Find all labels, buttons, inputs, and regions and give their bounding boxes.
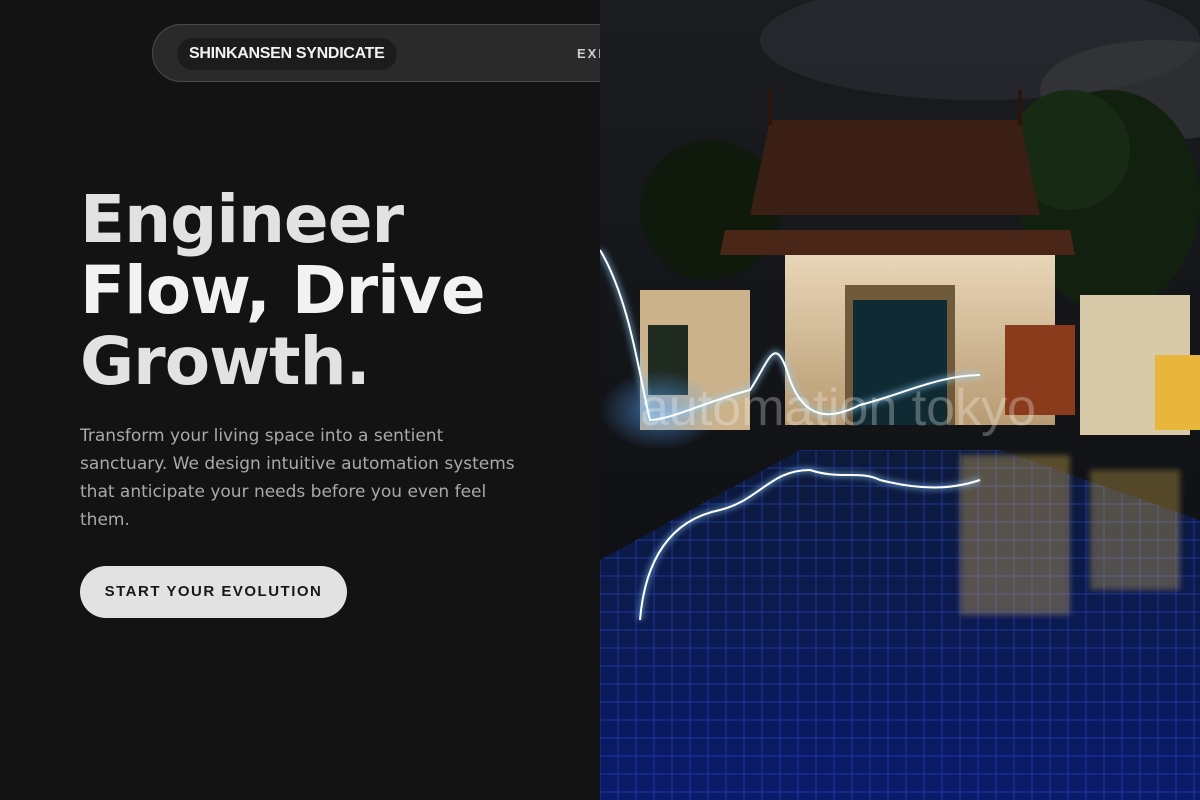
hero-subtext: Transform your living space into a senti… (80, 426, 515, 530)
headline-line-1: Engineer (80, 181, 404, 258)
brand-logo-link[interactable]: SHINKANSEN SYNDICATE (177, 38, 397, 70)
night-villa-pool-photo: automation tokyo (600, 0, 1200, 800)
watermark-text: automation tokyo (640, 379, 1036, 437)
hero-headline: Engineer Flow, Drive Growth. (80, 184, 580, 397)
hero-text-panel: SHINKANSEN SYNDICATE EXP Engineer Flow, … (0, 0, 600, 800)
hero-photo: automation tokyo (600, 0, 1200, 800)
top-navbar: SHINKANSEN SYNDICATE EXP (152, 24, 600, 82)
start-evolution-button[interactable]: START YOUR EVOLUTION (80, 566, 347, 618)
headline-line-2: Flow, Drive (80, 252, 486, 329)
headline-line-3: Growth. (80, 323, 371, 400)
nav-link-explore[interactable]: EXP (577, 45, 600, 63)
